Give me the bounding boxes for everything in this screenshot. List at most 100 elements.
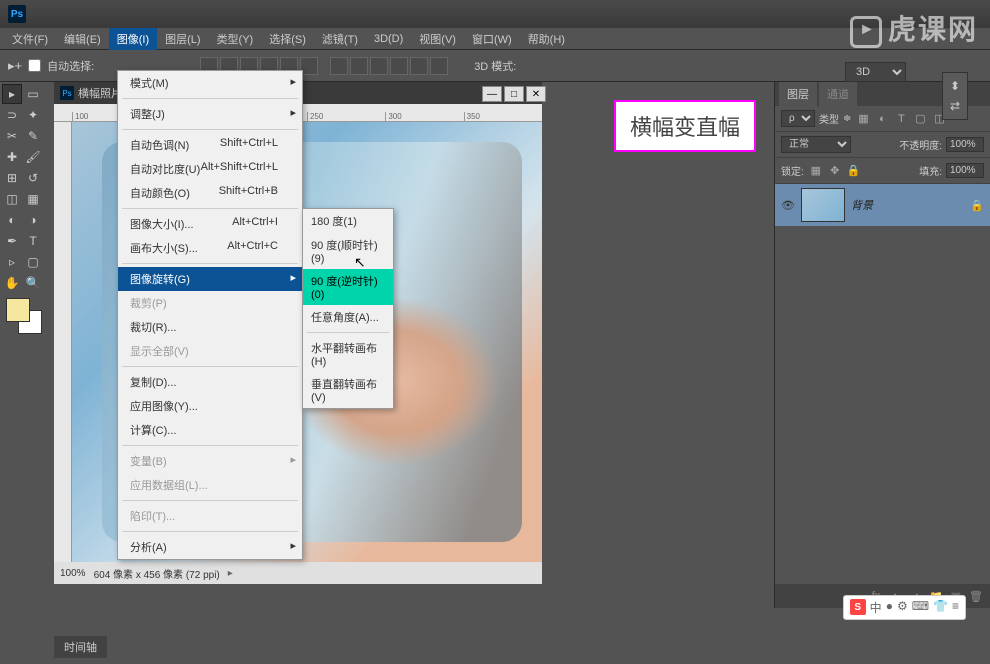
distribute-icon[interactable] bbox=[430, 57, 448, 75]
path-tool[interactable]: ▹ bbox=[2, 252, 22, 272]
menu-item[interactable]: 图像旋转(G)▸ bbox=[118, 267, 302, 291]
filter-adjust-icon[interactable]: ◐ bbox=[874, 111, 890, 127]
ime-lang[interactable]: 中 bbox=[870, 599, 882, 616]
wand-tool[interactable]: ✦ bbox=[23, 105, 43, 125]
zoom-tool[interactable]: 🔍 bbox=[23, 273, 43, 293]
3d-workspace-select[interactable]: 3D bbox=[845, 62, 906, 82]
opacity-input[interactable] bbox=[946, 137, 984, 152]
ime-menu-icon[interactable]: ≡ bbox=[952, 599, 959, 616]
menu-edit[interactable]: 编辑(E) bbox=[56, 28, 109, 50]
menu-item[interactable]: 裁切(R)... bbox=[118, 315, 302, 339]
healing-tool[interactable]: ✚ bbox=[2, 147, 22, 167]
pen-tool[interactable]: ✒ bbox=[2, 231, 22, 251]
menu-item[interactable]: 计算(C)... bbox=[118, 418, 302, 442]
ime-punct-icon[interactable]: ● bbox=[886, 599, 893, 616]
eyedropper-tool[interactable]: ✎ bbox=[23, 126, 43, 146]
lock-position-icon[interactable]: ✥ bbox=[827, 163, 843, 179]
dodge-tool[interactable]: ◑ bbox=[23, 210, 43, 230]
marquee-tool[interactable]: ▭ bbox=[23, 84, 43, 104]
distribute-icon[interactable] bbox=[390, 57, 408, 75]
menu-item[interactable]: 画布大小(S)...Alt+Ctrl+C bbox=[118, 236, 302, 260]
menu-item[interactable]: 复制(D)... bbox=[118, 370, 302, 394]
menu-3d[interactable]: 3D(D) bbox=[366, 30, 411, 48]
menu-window[interactable]: 窗口(W) bbox=[464, 28, 520, 50]
layer-row[interactable]: 👁 背景 🔒 bbox=[775, 184, 990, 226]
ime-skin-icon[interactable]: 👕 bbox=[933, 599, 948, 616]
menu-item[interactable]: 调整(J)▸ bbox=[118, 102, 302, 126]
fg-color-swatch[interactable] bbox=[6, 298, 30, 322]
fill-label: 填充: bbox=[919, 163, 942, 178]
filter-pixel-icon[interactable]: ▦ bbox=[855, 111, 871, 127]
lock-all-icon[interactable]: 🔒 bbox=[846, 163, 862, 179]
opacity-label: 不透明度: bbox=[899, 137, 942, 152]
submenu-item[interactable]: 垂直翻转画布(V) bbox=[303, 372, 393, 408]
submenu-item[interactable]: 180 度(1) bbox=[303, 209, 393, 233]
menu-item[interactable]: 自动色调(N)Shift+Ctrl+L bbox=[118, 133, 302, 157]
minimize-button[interactable]: — bbox=[482, 86, 502, 102]
submenu-item[interactable]: 水平翻转画布(H) bbox=[303, 336, 393, 372]
filter-type-select[interactable]: ρ bbox=[781, 110, 815, 127]
menu-item[interactable]: 模式(M)▸ bbox=[118, 71, 302, 95]
menu-select[interactable]: 选择(S) bbox=[261, 28, 314, 50]
auto-select-checkbox[interactable] bbox=[28, 59, 41, 72]
history-brush-tool[interactable]: ↺ bbox=[23, 168, 43, 188]
lasso-tool[interactable]: ⊃ bbox=[2, 105, 22, 125]
move-tool[interactable]: ▸ bbox=[2, 84, 22, 104]
tab-layers[interactable]: 图层 bbox=[779, 82, 817, 106]
menu-image[interactable]: 图像(I) bbox=[109, 28, 157, 50]
trash-icon[interactable]: 🗑 bbox=[968, 588, 984, 604]
filter-type-icon[interactable]: T bbox=[893, 111, 909, 127]
maximize-button[interactable]: □ bbox=[504, 86, 524, 102]
floating-mini-panel[interactable]: ⬍ ⇄ bbox=[942, 72, 968, 120]
distribute-icon[interactable] bbox=[330, 57, 348, 75]
menu-file[interactable]: 文件(F) bbox=[4, 28, 56, 50]
menu-filter[interactable]: 滤镜(T) bbox=[314, 28, 366, 50]
watermark-logo-icon bbox=[850, 16, 882, 48]
ime-logo-icon[interactable]: S bbox=[850, 599, 866, 615]
timeline-tab[interactable]: 时间轴 bbox=[54, 636, 107, 658]
distribute-icon[interactable] bbox=[350, 57, 368, 75]
menu-view[interactable]: 视图(V) bbox=[411, 28, 464, 50]
visibility-icon[interactable]: 👁 bbox=[781, 199, 795, 212]
ime-settings-icon[interactable]: ⚙ bbox=[897, 599, 908, 616]
type-tool[interactable]: T bbox=[23, 231, 43, 251]
stamp-tool[interactable]: ⊞ bbox=[2, 168, 22, 188]
blend-mode-select[interactable]: 正常 bbox=[781, 136, 851, 153]
submenu-item[interactable]: 90 度(逆时针)(0) bbox=[303, 269, 393, 305]
menu-item[interactable]: 分析(A)▸ bbox=[118, 535, 302, 559]
menu-item: 裁剪(P) bbox=[118, 291, 302, 315]
panel-icon[interactable]: ⇄ bbox=[946, 96, 964, 116]
distribute-icon[interactable] bbox=[410, 57, 428, 75]
ime-keyboard-icon[interactable]: ⌨ bbox=[912, 599, 929, 616]
zoom-level[interactable]: 100% bbox=[60, 568, 86, 579]
menu-help[interactable]: 帮助(H) bbox=[520, 28, 573, 50]
layer-thumbnail[interactable] bbox=[801, 188, 845, 222]
tab-channels[interactable]: 通道 bbox=[819, 82, 857, 106]
menu-type[interactable]: 类型(Y) bbox=[209, 28, 262, 50]
close-button[interactable]: ✕ bbox=[526, 86, 546, 102]
menu-item[interactable]: 应用图像(Y)... bbox=[118, 394, 302, 418]
distribute-icon[interactable] bbox=[370, 57, 388, 75]
filter-shape-icon[interactable]: ▢ bbox=[912, 111, 928, 127]
menu-layer[interactable]: 图层(L) bbox=[157, 28, 208, 50]
color-swatches[interactable] bbox=[6, 298, 42, 334]
panel-icon[interactable]: ⬍ bbox=[946, 76, 964, 96]
gradient-tool[interactable]: ▦ bbox=[23, 189, 43, 209]
hand-tool[interactable]: ✋ bbox=[2, 273, 22, 293]
eraser-tool[interactable]: ◫ bbox=[2, 189, 22, 209]
blur-tool[interactable]: ◐ bbox=[2, 210, 22, 230]
menu-item[interactable]: 图像大小(I)...Alt+Ctrl+I bbox=[118, 212, 302, 236]
submenu-item[interactable]: 任意角度(A)... bbox=[303, 305, 393, 329]
shape-tool[interactable]: ▢ bbox=[23, 252, 43, 272]
menu-item[interactable]: 自动对比度(U)Alt+Shift+Ctrl+L bbox=[118, 157, 302, 181]
brush-tool[interactable]: 🖌 bbox=[23, 147, 43, 167]
document-statusbar: 100% 604 像素 x 456 像素 (72 ppi) ▸ bbox=[54, 562, 542, 584]
layer-name[interactable]: 背景 bbox=[851, 197, 964, 213]
crop-tool[interactable]: ✂ bbox=[2, 126, 22, 146]
menu-item[interactable]: 自动颜色(O)Shift+Ctrl+B bbox=[118, 181, 302, 205]
ime-toolbar[interactable]: S 中 ● ⚙ ⌨ 👕 ≡ bbox=[843, 595, 966, 620]
fill-input[interactable] bbox=[946, 163, 984, 178]
layers-panel: 图层 通道 ρ 类型 ≑ ▦ ◐ T ▢ ◫ 正常 不透明度: 锁定: ▦ ✥ … bbox=[774, 82, 990, 608]
lock-pixels-icon[interactable]: ▦ bbox=[808, 163, 824, 179]
submenu-item[interactable]: 90 度(顺时针)(9) bbox=[303, 233, 393, 269]
